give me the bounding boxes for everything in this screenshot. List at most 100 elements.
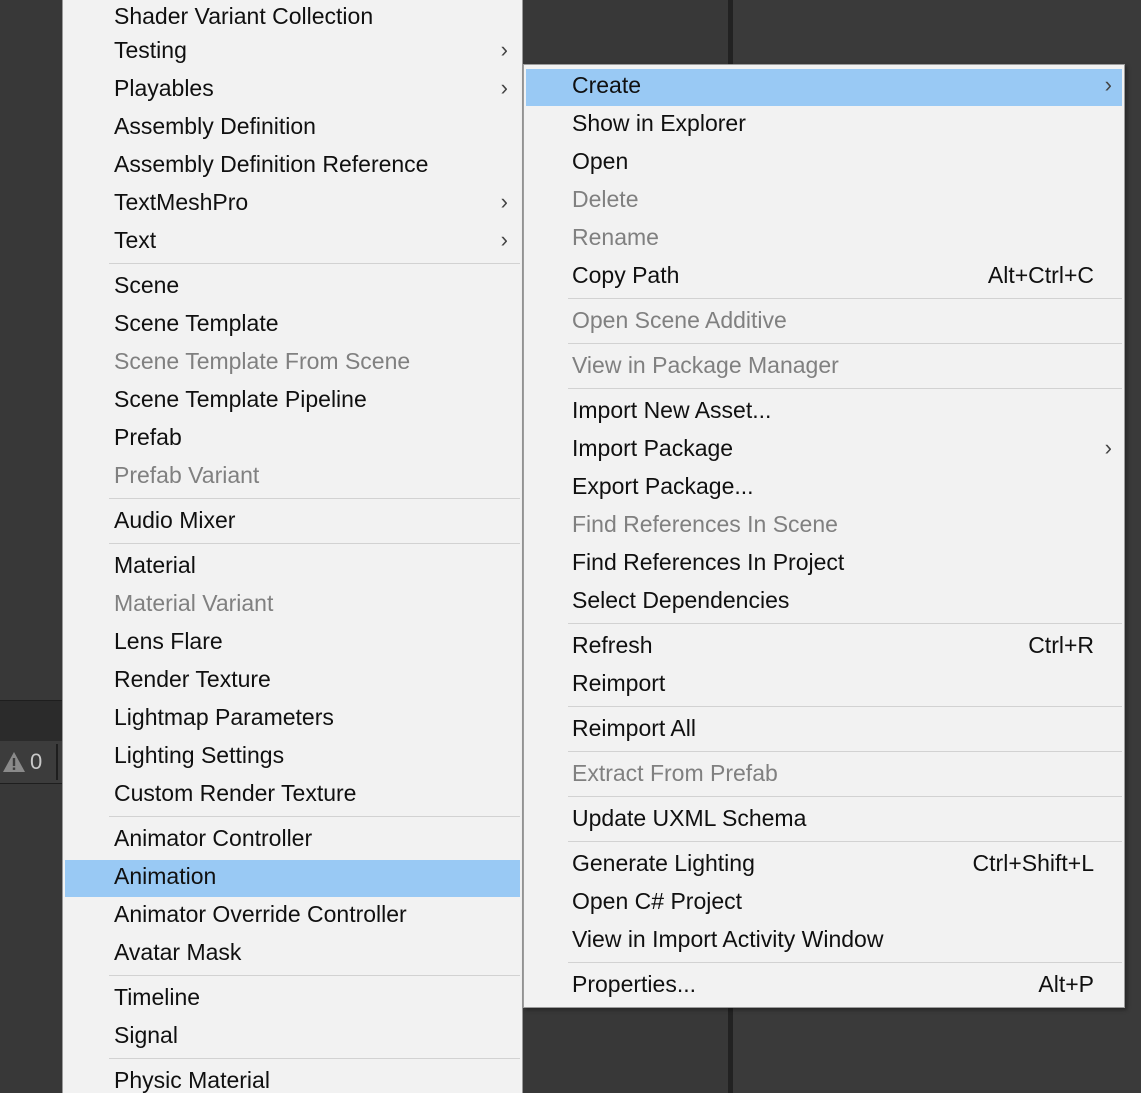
menu-item-delete: Delete	[526, 183, 1122, 220]
menu-item-label: Scene	[114, 272, 180, 298]
menu-separator	[568, 623, 1122, 624]
menu-item-assembly-definition[interactable]: Assembly Definition	[65, 110, 520, 147]
menu-item-label: Shader Variant Collection	[114, 3, 374, 29]
menu-item-text[interactable]: Text ›	[65, 224, 520, 261]
menu-item-scene-template-pipeline[interactable]: Scene Template Pipeline	[65, 383, 520, 420]
menu-item-properties[interactable]: Properties... Alt+P	[526, 968, 1122, 1005]
menu-item-generate-lighting[interactable]: Generate Lighting Ctrl+Shift+L	[526, 847, 1122, 884]
menu-item-label: Lighting Settings	[114, 742, 285, 768]
menu-item-render-texture[interactable]: Render Texture	[65, 663, 520, 700]
menu-item-label: Update UXML Schema	[572, 805, 807, 831]
asset-context-menu: Create › Show in Explorer Open Delete Ren…	[523, 64, 1125, 1008]
menu-item-label: Find References In Scene	[572, 511, 838, 537]
menu-separator	[109, 975, 520, 976]
menu-item-animation[interactable]: Animation	[65, 860, 520, 897]
menu-item-label: Export Package...	[572, 473, 754, 499]
menu-item-label: Playables	[114, 75, 214, 101]
console-tab-bar	[0, 700, 62, 741]
menu-separator	[568, 962, 1122, 963]
menu-item-label: Animation	[114, 863, 217, 889]
menu-item-find-references-in-project[interactable]: Find References In Project	[526, 546, 1122, 583]
menu-item-view-in-import-activity-window[interactable]: View in Import Activity Window	[526, 923, 1122, 960]
menu-item-signal[interactable]: Signal	[65, 1019, 520, 1056]
menu-item-material[interactable]: Material	[65, 549, 520, 586]
menu-item-export-package[interactable]: Export Package...	[526, 470, 1122, 507]
menu-item-create[interactable]: Create ›	[526, 69, 1122, 106]
menu-item-refresh[interactable]: Refresh Ctrl+R	[526, 629, 1122, 666]
menu-item-shortcut: Alt+Ctrl+C	[987, 262, 1094, 288]
menu-item-label: Refresh	[572, 632, 653, 658]
menu-item-animator-controller[interactable]: Animator Controller	[65, 822, 520, 859]
menu-item-scene[interactable]: Scene	[65, 269, 520, 306]
menu-separator	[568, 343, 1122, 344]
menu-item-avatar-mask[interactable]: Avatar Mask	[65, 936, 520, 973]
menu-item-show-in-explorer[interactable]: Show in Explorer	[526, 107, 1122, 144]
menu-item-reimport[interactable]: Reimport	[526, 667, 1122, 704]
menu-item-textmeshpro[interactable]: TextMeshPro ›	[65, 186, 520, 223]
menu-separator	[568, 706, 1122, 707]
menu-item-label: Audio Mixer	[114, 507, 236, 533]
menu-item-select-dependencies[interactable]: Select Dependencies	[526, 584, 1122, 621]
chevron-right-icon: ›	[500, 227, 508, 252]
menu-item-label: Assembly Definition Reference	[114, 151, 429, 177]
menu-item-shortcut: Ctrl+Shift+L	[972, 850, 1094, 876]
menu-item-label: Physic Material	[114, 1067, 270, 1093]
menu-item-label: Animator Override Controller	[114, 901, 407, 927]
menu-item-update-uxml-schema[interactable]: Update UXML Schema	[526, 802, 1122, 839]
menu-item-label: Create	[572, 72, 642, 98]
menu-item-label: Show in Explorer	[572, 110, 746, 136]
menu-item-reimport-all[interactable]: Reimport All	[526, 712, 1122, 749]
menu-item-label: Extract From Prefab	[572, 760, 778, 786]
menu-item-label: View in Package Manager	[572, 352, 839, 378]
menu-separator	[568, 388, 1122, 389]
warning-count-toggle[interactable]: 0	[2, 748, 42, 776]
menu-item-label: Timeline	[114, 984, 201, 1010]
menu-item-label: Signal	[114, 1022, 178, 1048]
menu-item-audio-mixer[interactable]: Audio Mixer	[65, 504, 520, 541]
warning-count: 0	[30, 749, 43, 774]
menu-item-testing[interactable]: Testing ›	[65, 34, 520, 71]
menu-item-label: Open Scene Additive	[572, 307, 787, 333]
menu-separator	[109, 1058, 520, 1059]
menu-item-assembly-definition-reference[interactable]: Assembly Definition Reference	[65, 148, 520, 185]
menu-item-import-new-asset[interactable]: Import New Asset...	[526, 394, 1122, 431]
menu-item-open[interactable]: Open	[526, 145, 1122, 182]
menu-item-label: TextMeshPro	[114, 189, 249, 215]
toolbar-divider	[56, 744, 58, 780]
menu-item-extract-from-prefab: Extract From Prefab	[526, 757, 1122, 794]
menu-item-copy-path[interactable]: Copy Path Alt+Ctrl+C	[526, 259, 1122, 296]
menu-item-shortcut: Ctrl+R	[1028, 632, 1094, 658]
menu-separator	[109, 263, 520, 264]
menu-item-timeline[interactable]: Timeline	[65, 981, 520, 1018]
chevron-right-icon: ›	[1104, 72, 1112, 97]
menu-item-label: Import New Asset...	[572, 397, 772, 423]
menu-item-import-package[interactable]: Import Package ›	[526, 432, 1122, 469]
menu-item-lighting-settings[interactable]: Lighting Settings	[65, 739, 520, 776]
create-submenu: Shader Variant Collection Testing › Playa…	[62, 0, 523, 1093]
menu-separator	[109, 498, 520, 499]
menu-item-lens-flare[interactable]: Lens Flare	[65, 625, 520, 662]
menu-item-label: View in Import Activity Window	[572, 926, 884, 952]
menu-item-custom-render-texture[interactable]: Custom Render Texture	[65, 777, 520, 814]
menu-item-shader-variant-collection[interactable]: Shader Variant Collection	[65, 0, 520, 37]
menu-item-open-csharp-project[interactable]: Open C# Project	[526, 885, 1122, 922]
menu-item-label: Render Texture	[114, 666, 271, 692]
chevron-right-icon: ›	[500, 75, 508, 100]
menu-item-lightmap-parameters[interactable]: Lightmap Parameters	[65, 701, 520, 738]
menu-item-label: Select Dependencies	[572, 587, 790, 613]
menu-item-scene-template[interactable]: Scene Template	[65, 307, 520, 344]
chevron-right-icon: ›	[1104, 435, 1112, 460]
menu-item-playables[interactable]: Playables ›	[65, 72, 520, 109]
menu-item-animator-override-controller[interactable]: Animator Override Controller	[65, 898, 520, 935]
warning-triangle-icon	[3, 752, 25, 772]
chevron-right-icon: ›	[500, 189, 508, 214]
menu-item-label: Material Variant	[114, 590, 274, 616]
menu-item-rename: Rename	[526, 221, 1122, 258]
menu-item-label: Properties...	[572, 971, 696, 997]
menu-separator	[568, 796, 1122, 797]
menu-item-physic-material[interactable]: Physic Material	[65, 1064, 520, 1093]
menu-item-label: Animator Controller	[114, 825, 313, 851]
menu-item-label: Lightmap Parameters	[114, 704, 334, 730]
menu-item-view-in-package-manager: View in Package Manager	[526, 349, 1122, 386]
menu-item-prefab[interactable]: Prefab	[65, 421, 520, 458]
